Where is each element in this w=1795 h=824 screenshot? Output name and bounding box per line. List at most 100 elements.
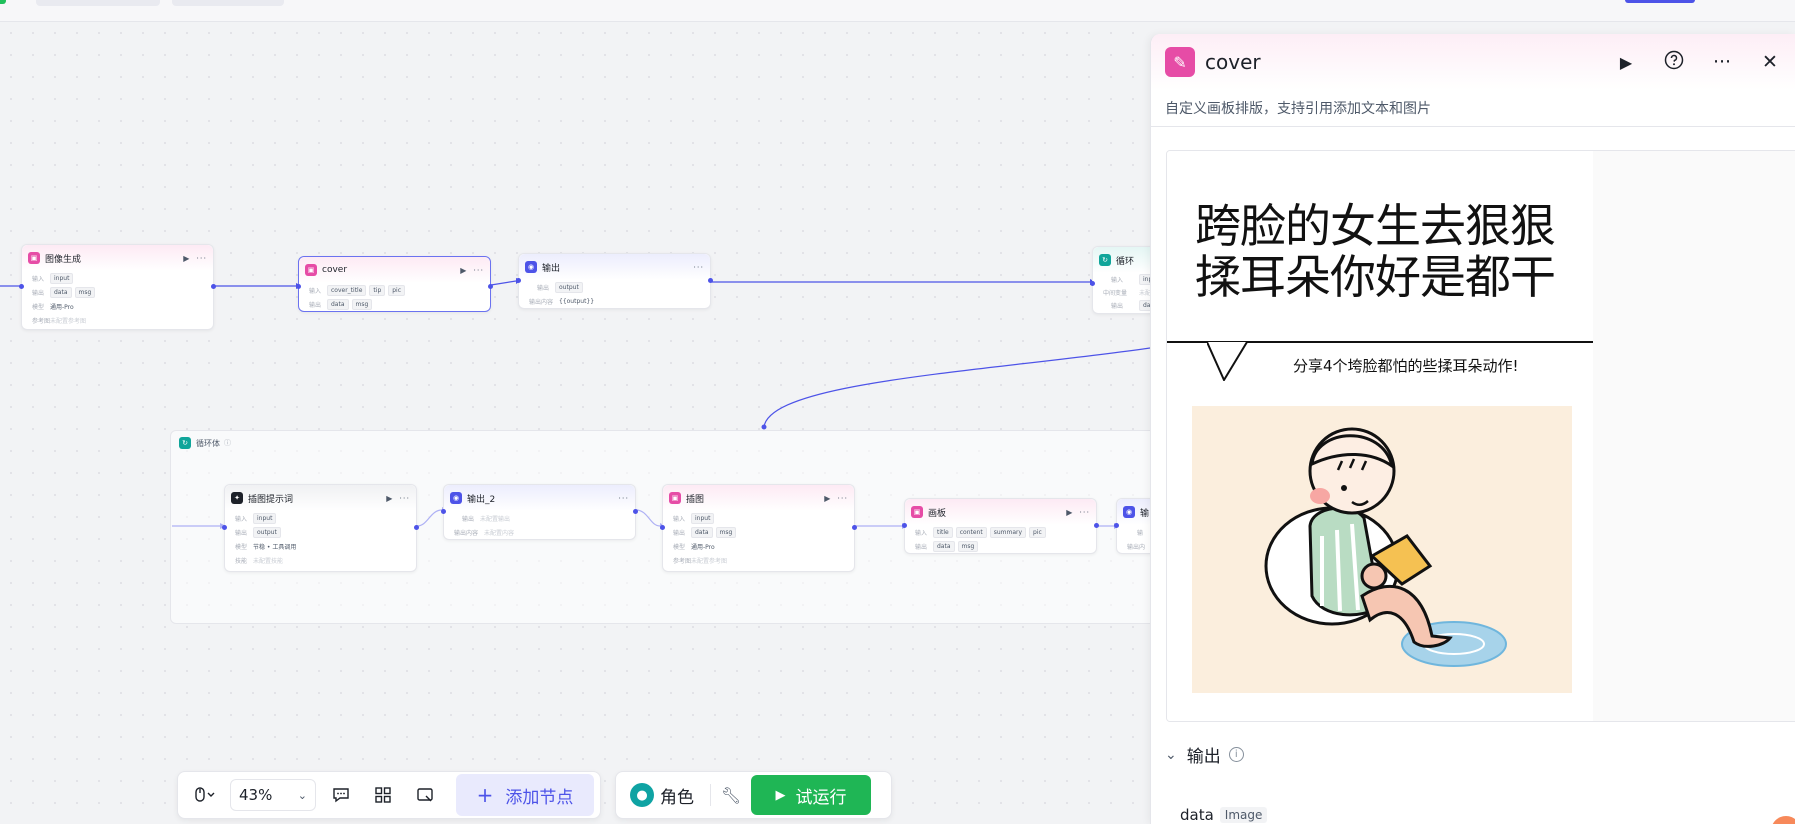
input-port[interactable] [222, 525, 227, 530]
output-port[interactable] [414, 525, 419, 530]
minimap-icon[interactable] [404, 778, 446, 812]
input-port[interactable] [902, 523, 907, 528]
node-output-2[interactable]: ◉ 输出_2 ··· 输出 未配置输出 输出内容 未配置内容 [441, 484, 638, 540]
divider [710, 784, 711, 806]
publish-button-stub[interactable] [1625, 0, 1695, 3]
node-illustration[interactable]: ▣ 插图 ▶ ··· 输入 input 输出 data msg 模型 通用-Pro 参考… [660, 484, 857, 572]
node-row-input: 输入 input [22, 271, 213, 285]
node-output[interactable]: ◉ 输出 ··· 输出 output 输出内容 {{output}} [516, 253, 713, 309]
row-value: 未配置 [1139, 290, 1150, 297]
output-port[interactable] [1094, 523, 1099, 528]
node-row-model: 模型 通用-Pro [22, 299, 213, 313]
tab-stub[interactable] [172, 0, 284, 6]
node-row-vars: 中间变量 未配置 [1093, 286, 1150, 299]
chevron-down-icon: ⌄ [297, 788, 307, 802]
output-variable: data Image [1180, 806, 1268, 824]
run-node-icon[interactable]: ▶ [183, 254, 190, 263]
more-icon[interactable]: ··· [196, 254, 207, 263]
output-port[interactable] [852, 525, 857, 530]
node-cover[interactable]: ▣ cover ▶ ··· 输入 cover_title tip pic 输出 data… [296, 256, 493, 312]
role-button[interactable]: ● 角色 [622, 783, 702, 808]
comment-icon[interactable] [320, 778, 362, 812]
node-header: ▣ 图像生成 ▶ ··· [22, 245, 213, 271]
info-icon[interactable]: ⓘ [224, 438, 231, 448]
run-node-icon[interactable]: ▶ [386, 494, 393, 503]
node-row-content: 输出内 [1117, 539, 1150, 553]
node-row-output: 输出 output [519, 280, 710, 294]
canvas-toolbar: 43% ⌄ + 添加节点 [177, 771, 601, 819]
output-port[interactable] [211, 284, 216, 289]
mouse-mode-icon[interactable] [184, 778, 226, 812]
node-board[interactable]: ▣ 画板 ▶ ··· 输入 title content summary pic 输出 da… [902, 498, 1099, 554]
cover-title-line: 揉耳朵你好是都干 [1195, 250, 1556, 304]
output-port[interactable] [488, 284, 493, 289]
cover-card: 跨脸的女生去狠狠 揉耳朵你好是都干 分享4个垮脸都怕的些揉耳朵动作! [1167, 151, 1593, 721]
row-label: 输出内容 [454, 529, 479, 537]
run-node-icon[interactable]: ▶ [824, 494, 831, 503]
more-icon[interactable]: ··· [473, 266, 484, 275]
more-icon[interactable]: ··· [837, 494, 848, 503]
node-title: 输出_2 [467, 494, 496, 505]
row-value: 未配置参考图 [50, 317, 87, 325]
input-port[interactable] [296, 284, 301, 289]
wrench-icon[interactable]: 🔧︎ [719, 778, 743, 812]
more-icon[interactable]: ··· [399, 494, 410, 503]
input-port[interactable] [1090, 281, 1095, 286]
more-icon[interactable]: ··· [693, 263, 704, 272]
input-port[interactable] [516, 278, 521, 283]
assistant-bubble[interactable] [1771, 816, 1795, 824]
layout-icon[interactable] [362, 778, 404, 812]
user-icon: ● [630, 783, 654, 807]
node-row-model: 模型 节稳 • 工具调用 [225, 539, 416, 553]
canvas-icon: ▣ [305, 264, 317, 276]
row-label: 模型 [235, 543, 248, 551]
node-row-input: 输入 title content summary pic [905, 525, 1096, 539]
node-header: ▣ cover ▶ ··· [299, 257, 490, 283]
node-detail-panel: ✎ cover ▶ ··· ✕ 自定义画板排版，支持引用添加文本和图片 跨脸的女… [1150, 34, 1795, 824]
output-var-name: data [1180, 806, 1214, 824]
add-node-button[interactable]: + 添加节点 [456, 774, 594, 816]
input-port[interactable] [441, 509, 446, 514]
help-icon[interactable] [1663, 50, 1685, 75]
node-output-3[interactable]: ◉ 输 输 输出内 [1114, 498, 1150, 554]
panel-title[interactable]: cover [1205, 50, 1589, 74]
edge-port [761, 424, 767, 430]
row-label: 输出 [235, 529, 248, 537]
llm-icon: ✦ [231, 492, 243, 504]
output-port[interactable] [708, 278, 713, 283]
edge [763, 347, 1150, 428]
close-icon[interactable]: ✕ [1759, 51, 1781, 73]
run-toolbar: ● 角色 🔧︎ ▶ 试运行 [615, 771, 892, 819]
zoom-select[interactable]: 43% ⌄ [230, 779, 316, 811]
row-label: 输出内 [1127, 543, 1146, 551]
divider [1151, 126, 1795, 127]
edges-layer [0, 278, 1150, 529]
output-section-toggle[interactable]: ⌄ 输出 i [1165, 742, 1244, 767]
input-port[interactable] [19, 284, 24, 289]
input-port[interactable] [1114, 523, 1119, 528]
run-node-icon[interactable]: ▶ [460, 266, 467, 275]
node-row-output: 输出 output [225, 525, 416, 539]
more-icon[interactable]: ··· [1711, 51, 1733, 73]
canvas-preview[interactable]: 跨脸的女生去狠狠 揉耳朵你好是都干 分享4个垮脸都怕的些揉耳朵动作! [1166, 150, 1795, 722]
play-icon[interactable]: ▶ [1615, 53, 1637, 72]
workflow-canvas[interactable]: ▣ 图像生成 ▶ ··· 输入 input 输出 data msg 模型 通用-Pro … [0, 22, 1150, 824]
param-chip: msg [957, 540, 979, 552]
node-illustration-prompt[interactable]: ✦ 插图提示词 ▶ ··· 输入 input 输出 output 模型 节稳 • 工具… [222, 484, 419, 572]
more-icon[interactable]: ··· [1079, 508, 1090, 517]
node-loop[interactable]: ↻ 循环 输入 inp 中间变量 未配置 输出 dat [1090, 246, 1150, 314]
run-node-icon[interactable]: ▶ [1066, 508, 1073, 517]
cover-title: 跨脸的女生去狠狠 揉耳朵你好是都干 [1195, 201, 1575, 303]
tab-stub[interactable] [36, 0, 160, 6]
param-chip: msg [74, 286, 96, 298]
test-run-button[interactable]: ▶ 试运行 [751, 775, 871, 815]
node-header: ▣ 插图 ▶ ··· [663, 485, 854, 511]
node-row-skills: 技能 未配置技能 [225, 553, 416, 567]
row-value: 未配置输出 [480, 515, 511, 523]
output-port[interactable] [633, 509, 638, 514]
more-icon[interactable]: ··· [618, 494, 629, 503]
node-image-generation[interactable]: ▣ 图像生成 ▶ ··· 输入 input 输出 data msg 模型 通用-Pro … [19, 244, 216, 330]
info-icon[interactable]: i [1228, 747, 1244, 762]
input-port[interactable] [660, 525, 665, 530]
param-chip: cover_title [327, 284, 367, 296]
